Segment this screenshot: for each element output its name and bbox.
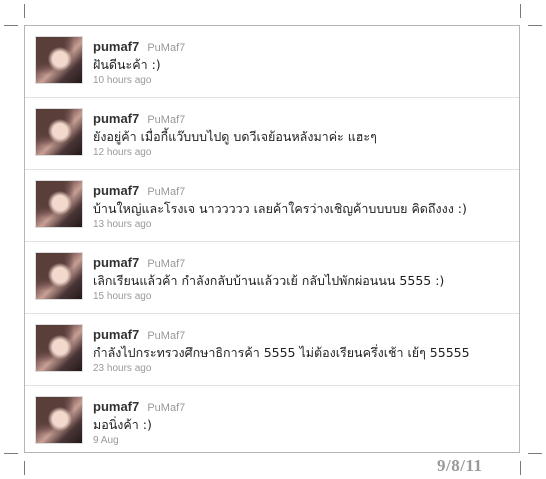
handle-label: PuMaf7 [147, 42, 186, 54]
crop-mark-top-left [24, 4, 25, 18]
tweet-timestamp-link[interactable]: 9 Aug [93, 435, 119, 446]
tweet-item: pumaf7 PuMaf7 ฝันดีนะค้า :) 10 hours ago [25, 26, 519, 98]
tweet-item: pumaf7 PuMaf7 กำลังไปกระทรวงศึกษาธิการค้… [25, 314, 519, 386]
crop-mark-bottom-left [24, 461, 25, 475]
tweet-header: pumaf7 PuMaf7 [93, 324, 185, 343]
avatar[interactable] [35, 108, 83, 156]
avatar[interactable] [35, 180, 83, 228]
tweet-header: pumaf7 PuMaf7 [93, 180, 185, 199]
tweet-timestamp-link[interactable]: 12 hours ago [93, 147, 151, 158]
handle-label: PuMaf7 [147, 186, 186, 198]
crop-mark-top-right [520, 4, 521, 18]
crop-mark-left-top [4, 25, 18, 26]
crop-mark-right-top [528, 25, 542, 26]
handle-label: PuMaf7 [147, 330, 186, 342]
handle-label: PuMaf7 [147, 402, 186, 414]
username-link[interactable]: pumaf7 [93, 399, 139, 414]
tweet-item: pumaf7 PuMaf7 เลิกเรียนแล้วค้า กำลังกลับ… [25, 242, 519, 314]
handle-label: PuMaf7 [147, 114, 186, 126]
avatar[interactable] [35, 252, 83, 300]
tweet-item: pumaf7 PuMaf7 ยังอยู่ค้า เมื่อกี้แว๊บบบไ… [25, 98, 519, 170]
tweet-header: pumaf7 PuMaf7 [93, 252, 185, 271]
tweet-text: เลิกเรียนแล้วค้า กำลังกลับบ้านแล้ววเย้ ก… [93, 273, 445, 288]
tweet-timestamp-link[interactable]: 15 hours ago [93, 291, 151, 302]
tweet-feed: pumaf7 PuMaf7 ฝันดีนะค้า :) 10 hours ago… [24, 25, 520, 453]
tweet-header: pumaf7 PuMaf7 [93, 36, 185, 55]
username-link[interactable]: pumaf7 [93, 327, 139, 342]
crop-mark-left-bottom [4, 453, 18, 454]
tweet-item: pumaf7 PuMaf7 บ้านใหญ่และโรงเจ นาววววว เ… [25, 170, 519, 242]
tweet-text: มอนิ่งค้า :) [93, 417, 152, 432]
tweet-header: pumaf7 PuMaf7 [93, 108, 185, 127]
username-link[interactable]: pumaf7 [93, 183, 139, 198]
tweet-item: pumaf7 PuMaf7 มอนิ่งค้า :) 9 Aug [25, 386, 519, 458]
tweet-header: pumaf7 PuMaf7 [93, 396, 185, 415]
crop-mark-right-bottom [528, 453, 542, 454]
date-stamp: 9/8/11 [437, 456, 483, 475]
avatar[interactable] [35, 396, 83, 444]
crop-mark-bottom-right [520, 461, 521, 475]
tweet-timestamp-link[interactable]: 23 hours ago [93, 363, 151, 374]
tweet-timestamp-link[interactable]: 13 hours ago [93, 219, 151, 230]
handle-label: PuMaf7 [147, 258, 186, 270]
tweet-timestamp-link[interactable]: 10 hours ago [93, 75, 151, 86]
tweet-text: ยังอยู่ค้า เมื่อกี้แว๊บบบไปดู บดวีเจย้อน… [93, 129, 377, 144]
tweet-text: บ้านใหญ่และโรงเจ นาววววว เลยค้าใครว่างเช… [93, 201, 467, 216]
avatar[interactable] [35, 324, 83, 372]
tweet-text: กำลังไปกระทรวงศึกษาธิการค้า 5555 ไม่ต้อง… [93, 345, 470, 360]
username-link[interactable]: pumaf7 [93, 39, 139, 54]
username-link[interactable]: pumaf7 [93, 255, 139, 270]
tweet-text: ฝันดีนะค้า :) [93, 57, 161, 72]
avatar[interactable] [35, 36, 83, 84]
username-link[interactable]: pumaf7 [93, 111, 139, 126]
